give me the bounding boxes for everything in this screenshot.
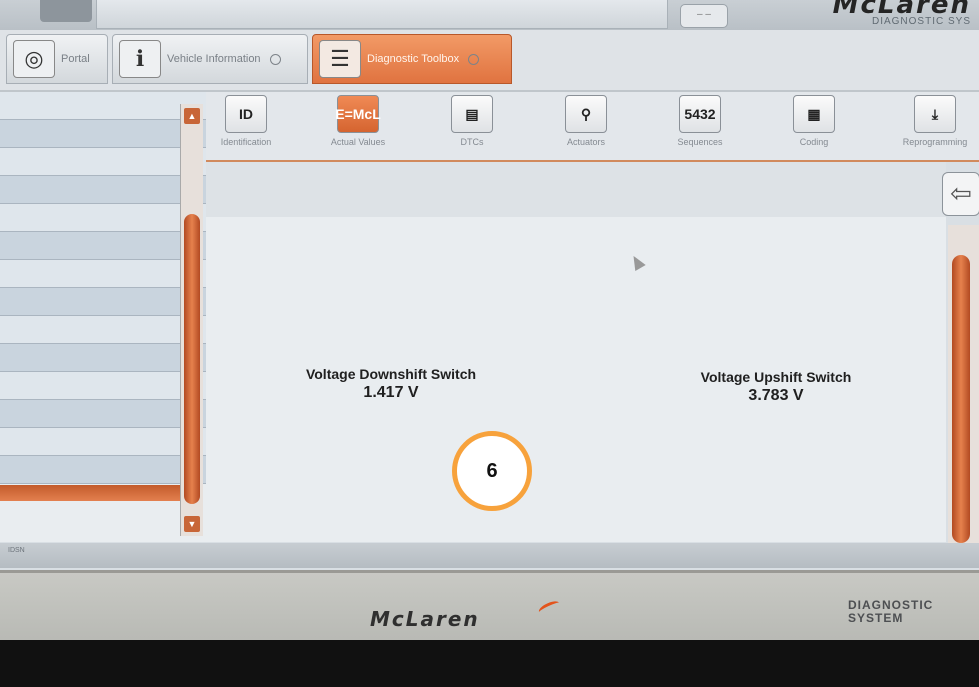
window-control[interactable] bbox=[40, 0, 92, 22]
tab-portal[interactable]: ◎ Portal bbox=[6, 34, 108, 84]
tab-label: Diagnostic Toolbox bbox=[367, 53, 460, 65]
actual-values-icon: E=McL bbox=[335, 95, 381, 133]
tool-label: Reprogramming bbox=[902, 137, 968, 147]
tool-identification[interactable]: ID Identification bbox=[206, 95, 286, 157]
scroll-up-button[interactable]: ▲ bbox=[184, 108, 200, 124]
actual-values-panel: Voltage Downshift Switch 1.417 V Voltage… bbox=[206, 162, 946, 542]
monitor-base bbox=[0, 640, 979, 687]
tool-label: Sequences bbox=[677, 137, 723, 147]
list-item[interactable] bbox=[0, 456, 206, 484]
tool-reprogramming[interactable]: ⤓ Reprogramming bbox=[892, 95, 978, 157]
info-icon bbox=[269, 53, 281, 65]
list-item[interactable] bbox=[0, 400, 206, 428]
value-label: Voltage Downshift Switch bbox=[305, 366, 477, 382]
dtcs-icon: ▤ bbox=[451, 95, 493, 133]
left-list-panel: ▲ ▼ bbox=[0, 92, 206, 542]
list-item[interactable] bbox=[0, 260, 206, 288]
main-tabs: ◎ Portal ℹ Vehicle Information ☰ Diagnos… bbox=[0, 30, 979, 92]
tab-label: Portal bbox=[61, 53, 90, 65]
title-field bbox=[96, 0, 668, 29]
list-item[interactable] bbox=[0, 204, 206, 232]
list-item[interactable] bbox=[0, 428, 206, 456]
list-item[interactable] bbox=[0, 176, 206, 204]
values-header bbox=[206, 162, 946, 217]
list-item[interactable] bbox=[0, 372, 206, 400]
scroll-thumb[interactable] bbox=[184, 214, 200, 504]
nav-pill-button[interactable]: – – bbox=[680, 4, 728, 28]
tool-sequences[interactable]: 5432 Sequences bbox=[660, 95, 740, 157]
tool-label: Actuators bbox=[566, 137, 606, 147]
tool-label: DTCs bbox=[460, 137, 484, 147]
right-scrollbar[interactable] bbox=[948, 225, 979, 543]
list-item[interactable] bbox=[0, 288, 206, 316]
coding-icon: ▦ bbox=[793, 95, 835, 133]
monitor-bezel: McLaren DIAGNOSTIC SYSTEM bbox=[0, 570, 979, 643]
portal-icon: ◎ bbox=[13, 40, 55, 78]
back-arrow-button[interactable]: ⇦ bbox=[942, 172, 979, 216]
tab-vehicle-information[interactable]: ℹ Vehicle Information bbox=[112, 34, 308, 84]
upshift-voltage-readout: Voltage Upshift Switch 3.783 V bbox=[656, 369, 896, 405]
tool-coding[interactable]: ▦ Coding bbox=[774, 95, 854, 157]
reprogramming-icon: ⤓ bbox=[914, 95, 956, 133]
list-item[interactable] bbox=[0, 344, 206, 372]
tool-label: Actual Values bbox=[330, 137, 386, 147]
downshift-voltage-readout: Voltage Downshift Switch 1.417 V bbox=[266, 366, 516, 402]
vehicle-info-icon: ℹ bbox=[119, 40, 161, 78]
toolbox-icon: ☰ bbox=[319, 40, 361, 78]
scroll-down-button[interactable]: ▼ bbox=[184, 516, 200, 532]
left-scrollbar[interactable]: ▲ ▼ bbox=[180, 104, 203, 536]
list-item[interactable] bbox=[0, 232, 206, 260]
tool-label: Identification bbox=[220, 137, 272, 147]
tool-actual-values[interactable]: E=McL Actual Values bbox=[318, 95, 398, 157]
status-bar: IDSN bbox=[0, 543, 979, 568]
scroll-thumb[interactable] bbox=[952, 255, 970, 543]
value-label: Voltage Upshift Switch bbox=[700, 369, 852, 385]
tool-label: Coding bbox=[799, 137, 829, 147]
toolbox-toolbar: ID Identification E=McL Actual Values ▤ … bbox=[206, 92, 979, 162]
bezel-logo: McLaren bbox=[370, 607, 480, 631]
info-icon bbox=[468, 53, 480, 65]
status-text: IDSN bbox=[8, 547, 25, 554]
tab-label: Vehicle Information bbox=[167, 53, 261, 65]
list-item[interactable] bbox=[0, 148, 206, 176]
identification-icon: ID bbox=[225, 95, 267, 133]
tool-actuators[interactable]: ⚲ Actuators bbox=[546, 95, 626, 157]
step-number-badge: 6 bbox=[452, 431, 532, 511]
tab-diagnostic-toolbox[interactable]: ☰ Diagnostic Toolbox bbox=[312, 34, 512, 84]
list-item[interactable] bbox=[0, 92, 206, 120]
actuators-icon: ⚲ bbox=[565, 95, 607, 133]
sequences-icon: 5432 bbox=[679, 95, 721, 133]
list-item[interactable] bbox=[0, 120, 206, 148]
list-item[interactable] bbox=[0, 316, 206, 344]
tool-dtcs[interactable]: ▤ DTCs bbox=[432, 95, 512, 157]
brand-header: McLaren DIAGNOSTIC SYS bbox=[833, 0, 971, 27]
bezel-subtitle-line: SYSTEM bbox=[848, 611, 904, 625]
list-rows bbox=[0, 92, 206, 484]
selected-list-item[interactable] bbox=[0, 485, 180, 501]
value-reading: 1.417 V bbox=[363, 384, 419, 401]
title-strip: – – McLaren DIAGNOSTIC SYS bbox=[0, 0, 979, 30]
swoosh-icon bbox=[537, 598, 561, 617]
value-reading: 3.783 V bbox=[748, 387, 804, 404]
bezel-subtitle: DIAGNOSTIC SYSTEM bbox=[848, 599, 933, 625]
